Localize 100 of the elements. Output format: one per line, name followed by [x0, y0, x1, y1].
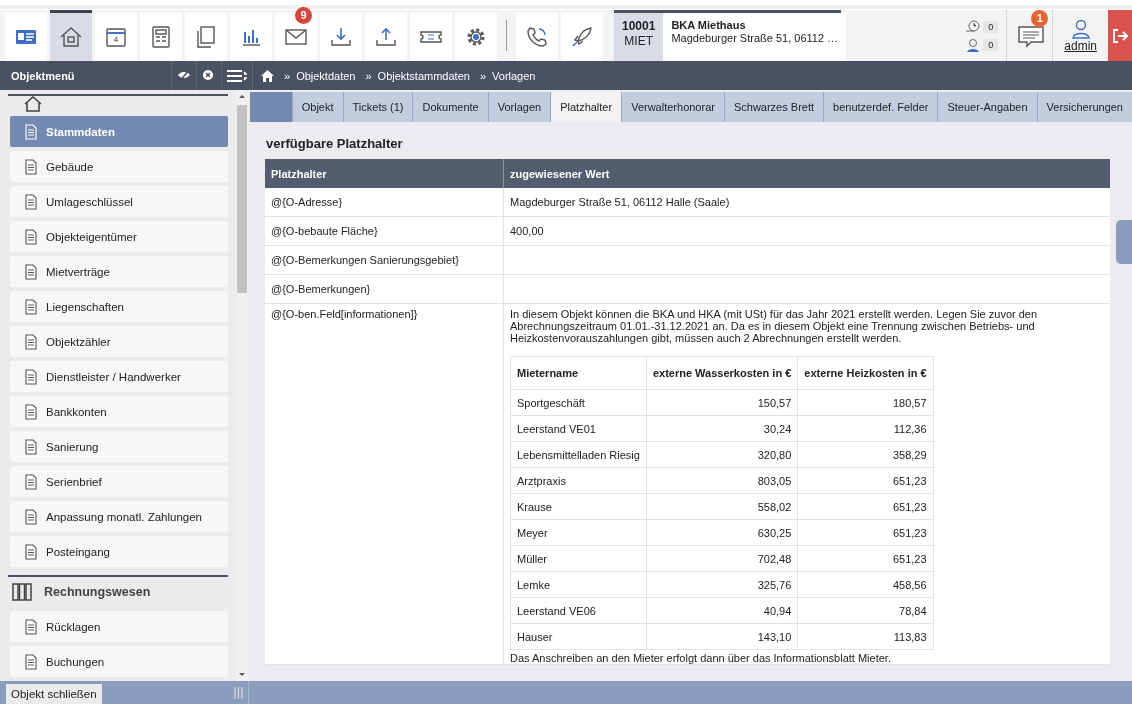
toolbar-button[interactable] [561, 13, 603, 61]
calculator-icon [149, 25, 173, 49]
toolbar-button[interactable] [275, 13, 317, 61]
menu-item[interactable]: Bankkonten [10, 396, 228, 427]
toolbar-button[interactable] [5, 13, 47, 61]
table-cell: 150,57 [646, 389, 798, 416]
column-header: zugewiesener Wert [503, 159, 1110, 188]
table-cell: 651,23 [797, 545, 934, 572]
table-cell: 651,23 [797, 467, 934, 494]
paragraph: In diesem Objekt können die BKA und HKA (mit USt) für das Jahr 2021 erstellt werden. Legen Sie zuvor den Abrechnungszeitraum 01.01.-31.12.2021 an. Da es in diesem Objekt eine Trennung zwischen Betriebs- und Heizkostenvorauszahlungen gibt, müssen auch 2 Abrechnungen erstellt werden. [510, 308, 1039, 344]
menu-item[interactable]: Anpassung monatl. Zahlungen [10, 501, 228, 532]
tab-bar-spacer [250, 92, 292, 122]
table-cell: 30,24 [646, 415, 798, 442]
table-cell: 40,94 [646, 597, 798, 624]
menu-item[interactable]: Rücklagen [10, 611, 228, 642]
menu-item[interactable]: Stammdaten [10, 116, 228, 147]
calendar-day: 4 [111, 35, 121, 44]
toolbar-button[interactable] [50, 10, 92, 61]
breadcrumb-link[interactable]: Objektdaten [296, 69, 356, 82]
document-icon [24, 473, 38, 490]
paragraph: Das Anschreiben an den Mieter erfolgt dann über das Informationsblatt Mieter. [510, 652, 892, 664]
toolbar-button[interactable] [455, 13, 497, 61]
breadcrumb-separator: » [284, 69, 291, 82]
close-object-button[interactable]: Objekt schließen [6, 684, 102, 704]
home-icon [59, 25, 83, 49]
clock-icon [965, 18, 982, 35]
house-icon [24, 96, 42, 112]
tab[interactable]: Tickets (1) [342, 92, 413, 122]
object-name: BKA Miethaus [671, 19, 747, 31]
table-cell: 702,48 [646, 545, 798, 572]
toolbar-button[interactable] [140, 13, 182, 61]
menu-title: Objektmenü [10, 69, 76, 82]
phone-icon [525, 25, 549, 49]
tab[interactable]: Steuer-Angaben [937, 92, 1037, 122]
toolbar-button[interactable] [365, 13, 407, 61]
table-cell: 630,25 [646, 519, 798, 546]
counter-value: 0 [983, 20, 999, 33]
tab[interactable]: Vorlagen [487, 92, 551, 122]
table-cell: 180,57 [797, 389, 934, 416]
document-icon [24, 403, 38, 420]
table-cell: 458,56 [797, 571, 934, 598]
toolbar-button[interactable] [516, 13, 558, 61]
table-cell: Lemke [510, 571, 647, 598]
object-type: MIET [623, 34, 654, 48]
tab[interactable]: Objekt [291, 92, 343, 122]
table-cell: 803,05 [646, 467, 798, 494]
tab[interactable]: Verwalterhonorar [621, 92, 724, 122]
document-icon [24, 333, 38, 350]
menu-item[interactable]: Posteingang [10, 536, 228, 567]
table-cell: Müller [510, 545, 647, 572]
toolbar-button[interactable]: 4 [95, 13, 137, 61]
table-cell: 558,02 [646, 493, 798, 520]
tab[interactable]: Dokumente [412, 92, 488, 122]
table-cell: Leerstand VE01 [510, 415, 647, 442]
scrollbar[interactable] [236, 90, 248, 681]
toolbar-button[interactable] [320, 13, 362, 61]
toolbar-button[interactable] [410, 13, 452, 61]
column-header: externe Wasserkosten in € [646, 356, 798, 390]
menu-item[interactable]: Objekteigentümer [10, 221, 228, 252]
table-cell: @{O-Bemerkungen} [265, 274, 504, 304]
tab[interactable]: Versicherungen [1036, 92, 1132, 122]
table-cell: 651,23 [797, 493, 934, 520]
menu-item[interactable]: Umlageschlüssel [10, 186, 228, 217]
table-cell: @{O-ben.Feld[informationen]} [265, 303, 504, 665]
menu-item[interactable]: Serienbrief [10, 466, 228, 497]
resize-grip-icon[interactable] [234, 686, 244, 699]
tab[interactable]: Platzhalter [550, 92, 622, 122]
toolbar-button[interactable] [185, 13, 227, 61]
tab[interactable]: Schwarzes Brett [723, 92, 824, 122]
table-cell: 325,76 [646, 571, 798, 598]
logout-button[interactable] [1108, 10, 1132, 61]
document-icon [24, 653, 38, 670]
menu-item[interactable]: Mietverträge [10, 256, 228, 287]
home-icon[interactable] [261, 69, 274, 82]
object-address: Magdeburger Straße 51, 06112 … [671, 32, 839, 44]
menu-item[interactable]: Objektzähler [10, 326, 228, 357]
document-icon [24, 193, 38, 210]
breadcrumb-separator: » [365, 69, 372, 82]
toolbar-button[interactable] [230, 13, 272, 61]
menu-item[interactable]: Liegenschaften [10, 291, 228, 322]
counter-value: 0 [983, 38, 999, 51]
document-icon [24, 158, 38, 175]
breadcrumb-link[interactable]: Vorlagen [492, 69, 536, 82]
breadcrumb-separator: » [479, 69, 487, 82]
table-cell: Hauser [510, 623, 647, 650]
table-cell: Arztpraxis [510, 467, 647, 494]
table-cell: 112,36 [797, 415, 934, 442]
table-cell: Magdeburger Straße 51, 06112 Halle (Saale) [503, 188, 1110, 217]
document-icon [24, 298, 38, 315]
breadcrumb-link[interactable]: Objektstammdaten [377, 69, 470, 82]
table-cell: 113,83 [797, 623, 934, 650]
menu-item[interactable]: Buchungen [10, 646, 228, 677]
menu-item[interactable]: Sanierung [10, 431, 228, 462]
object-number: 10001 [622, 19, 656, 33]
user-link[interactable]: admin [1064, 38, 1097, 53]
table-cell: 400,00 [503, 216, 1110, 246]
tab[interactable]: benutzerdef. Felder [823, 92, 938, 122]
table-cell: 358,29 [797, 441, 934, 468]
menu-item[interactable]: Gebäude [10, 151, 228, 182]
menu-item[interactable]: Dienstleister / Handwerker [10, 361, 228, 392]
